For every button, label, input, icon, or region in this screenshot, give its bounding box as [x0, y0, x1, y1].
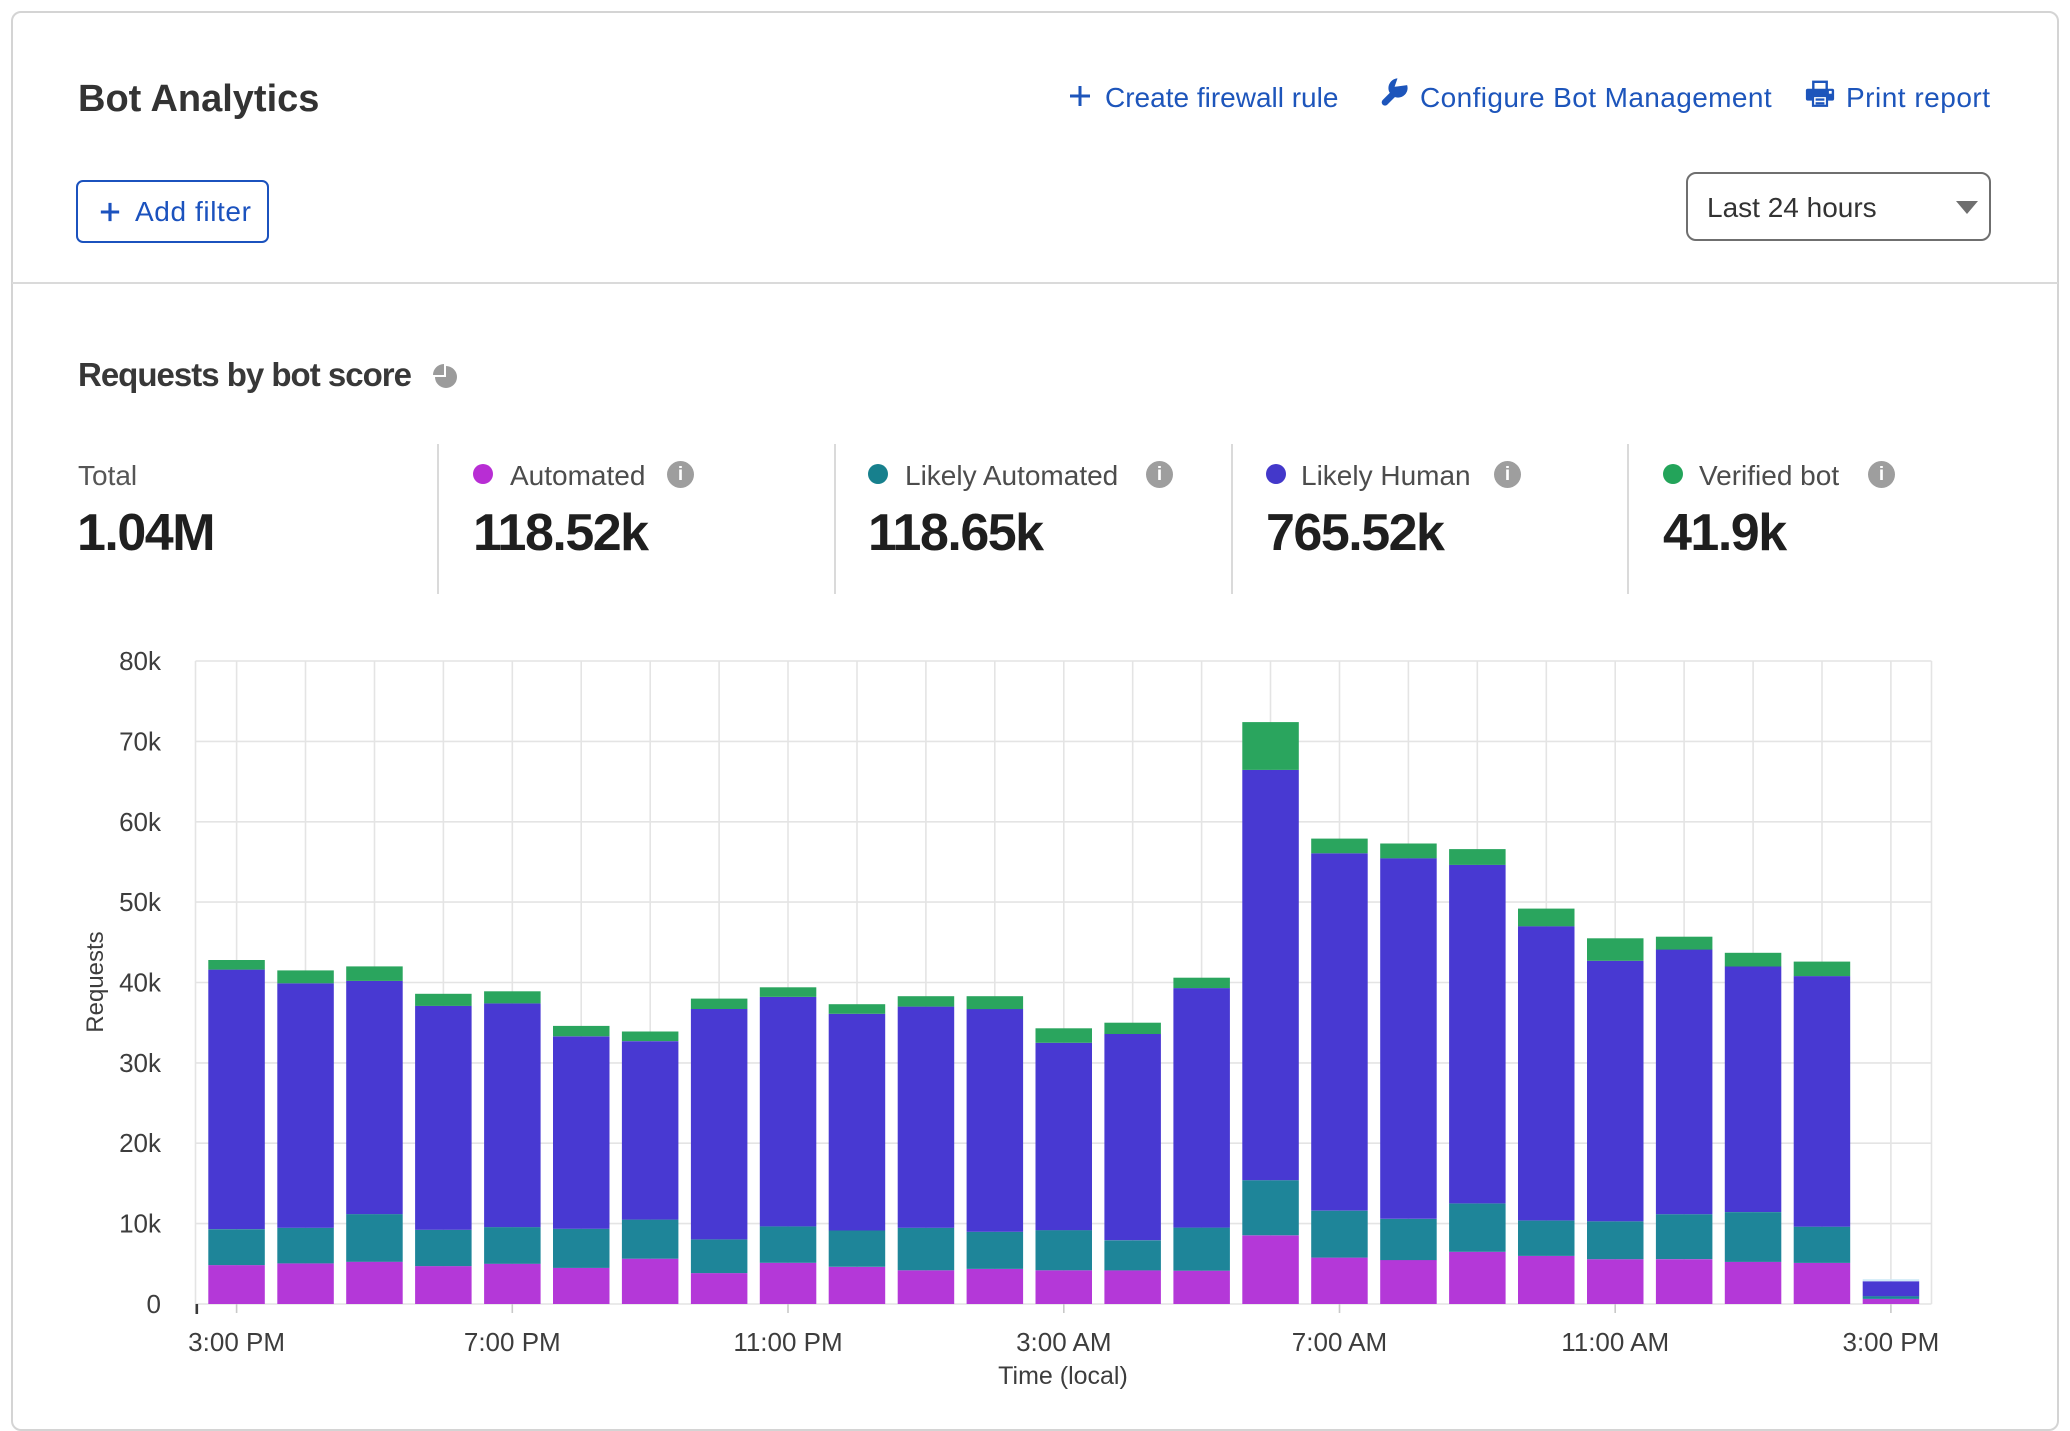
svg-text:Time (local): Time (local) — [998, 1362, 1128, 1390]
svg-text:Requests: Requests — [82, 931, 109, 1032]
svg-text:3:00 PM: 3:00 PM — [1842, 1327, 1939, 1357]
svg-text:11:00 PM: 11:00 PM — [733, 1327, 842, 1357]
svg-text:80k: 80k — [119, 646, 162, 676]
svg-text:11:00 AM: 11:00 AM — [1561, 1327, 1669, 1357]
svg-text:30k: 30k — [119, 1048, 162, 1078]
svg-text:40k: 40k — [119, 968, 162, 998]
svg-text:70k: 70k — [119, 726, 162, 756]
svg-text:20k: 20k — [119, 1128, 162, 1158]
svg-text:60k: 60k — [119, 807, 162, 837]
svg-text:7:00 AM: 7:00 AM — [1292, 1327, 1387, 1357]
svg-text:7:00 PM: 7:00 PM — [464, 1327, 561, 1357]
svg-text:3:00 AM: 3:00 AM — [1016, 1327, 1111, 1357]
svg-text:0: 0 — [147, 1289, 161, 1319]
svg-text:50k: 50k — [119, 887, 162, 917]
svg-text:3:00 PM: 3:00 PM — [188, 1327, 285, 1357]
svg-text:10k: 10k — [119, 1209, 162, 1239]
